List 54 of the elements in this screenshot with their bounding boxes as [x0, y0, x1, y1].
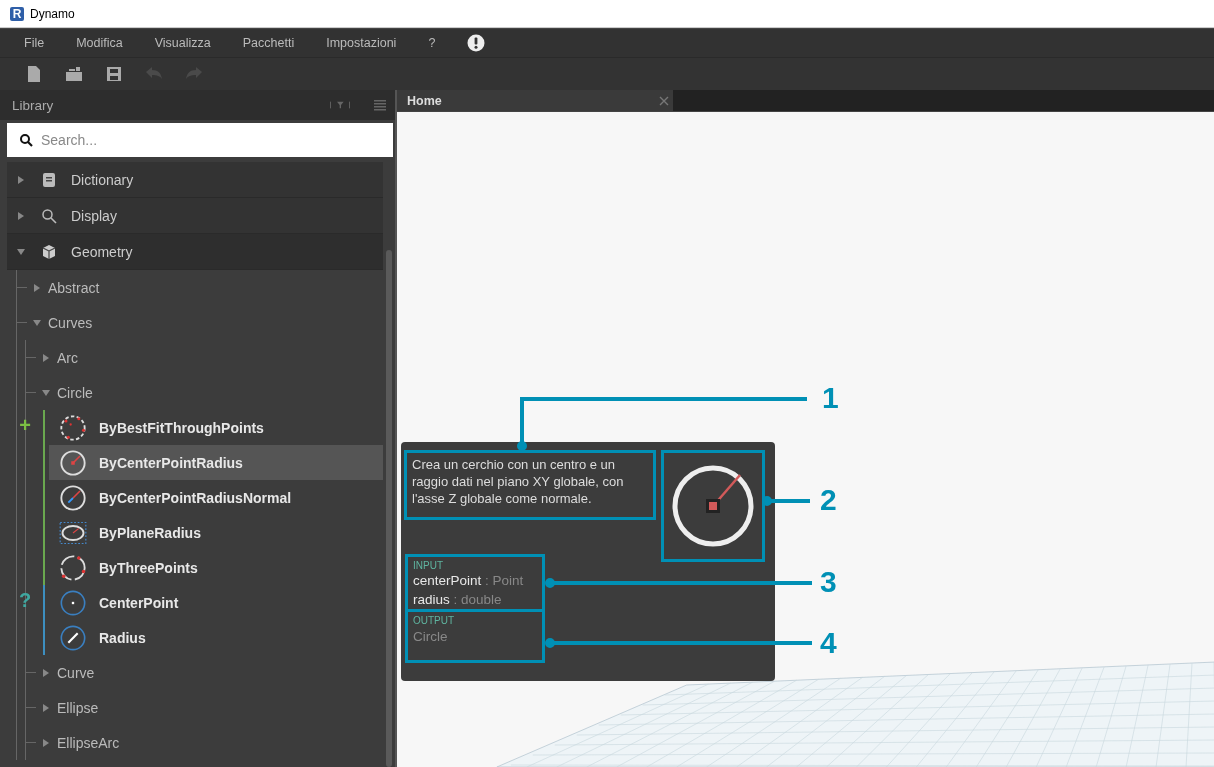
cube-icon: [41, 243, 57, 260]
window-title: Dynamo: [30, 6, 75, 21]
callout-number: 2: [820, 485, 837, 515]
menu-item[interactable]: File: [24, 36, 45, 50]
tree-item[interactable]: Ellipse: [26, 690, 383, 725]
node-item[interactable]: ByPlaneRadius: [49, 515, 383, 550]
search-field[interactable]: Search...: [7, 123, 393, 157]
output-type-text: Circle: [413, 628, 449, 646]
group-symbol: ?: [17, 588, 33, 613]
save-icon[interactable]: [104, 64, 124, 84]
tree-item[interactable]: Abstract: [17, 270, 383, 305]
category-row[interactable]: Geometry: [7, 234, 383, 270]
callout-number: 3: [820, 567, 837, 597]
book-icon: [41, 171, 57, 188]
group-symbol: +: [18, 413, 32, 438]
section-heading: INPUT: [413, 560, 444, 571]
menu-item[interactable]: ?: [428, 36, 436, 50]
category-row[interactable]: Display: [7, 198, 383, 234]
alert-icon[interactable]: [467, 34, 486, 52]
section-heading: OUTPUT: [413, 615, 456, 626]
menu-item[interactable]: Pacchetti: [242, 36, 295, 50]
tree-item[interactable]: Arc: [26, 340, 383, 375]
app-logo: R: [10, 6, 24, 21]
close-icon[interactable]: [659, 95, 669, 106]
menu-item[interactable]: Impostazioni: [326, 36, 397, 50]
callout-number: 4: [820, 628, 837, 658]
open-folder-icon[interactable]: [64, 64, 84, 84]
node-item[interactable]: CenterPoint: [49, 585, 383, 620]
circle-icon: [59, 448, 87, 477]
node-item[interactable]: Radius: [49, 620, 383, 655]
circle-icon: [59, 483, 87, 512]
parameter-text: radius : double: [413, 591, 503, 609]
node-item[interactable]: ByBestFitThroughPoints: [49, 410, 383, 445]
category-row[interactable]: Dictionary: [7, 162, 383, 198]
callout-number: 1: [822, 383, 839, 413]
list-view-icon[interactable]: [373, 98, 387, 112]
library-title: Library: [12, 97, 55, 113]
circle-icon: [59, 413, 87, 442]
home-tab[interactable]: Home: [397, 90, 673, 111]
circle-icon: [59, 553, 87, 582]
menu-item[interactable]: Modifica: [76, 36, 123, 50]
tree-item[interactable]: Curve: [26, 655, 383, 690]
node-item[interactable]: ByCenterPointRadius: [49, 445, 383, 480]
parameter-text: centerPoint : Point: [413, 572, 525, 590]
description-text: Crea un cerchio con un centro e un raggio dati nel piano XY globale, con l'asse Z globale come normale.: [404, 450, 656, 520]
magnifier-icon: [41, 207, 57, 224]
tree-item[interactable]: Curves: [17, 305, 383, 340]
circle-icon: [59, 588, 87, 617]
node-item[interactable]: ByThreePoints: [49, 550, 383, 585]
circle-icon: [59, 623, 87, 652]
node-item[interactable]: ByCenterPointRadiusNormal: [49, 480, 383, 515]
menu-item[interactable]: Visualizza: [154, 36, 211, 50]
tree-item[interactable]: Circle: [26, 375, 383, 410]
tree-item[interactable]: EllipseArc: [26, 725, 383, 760]
